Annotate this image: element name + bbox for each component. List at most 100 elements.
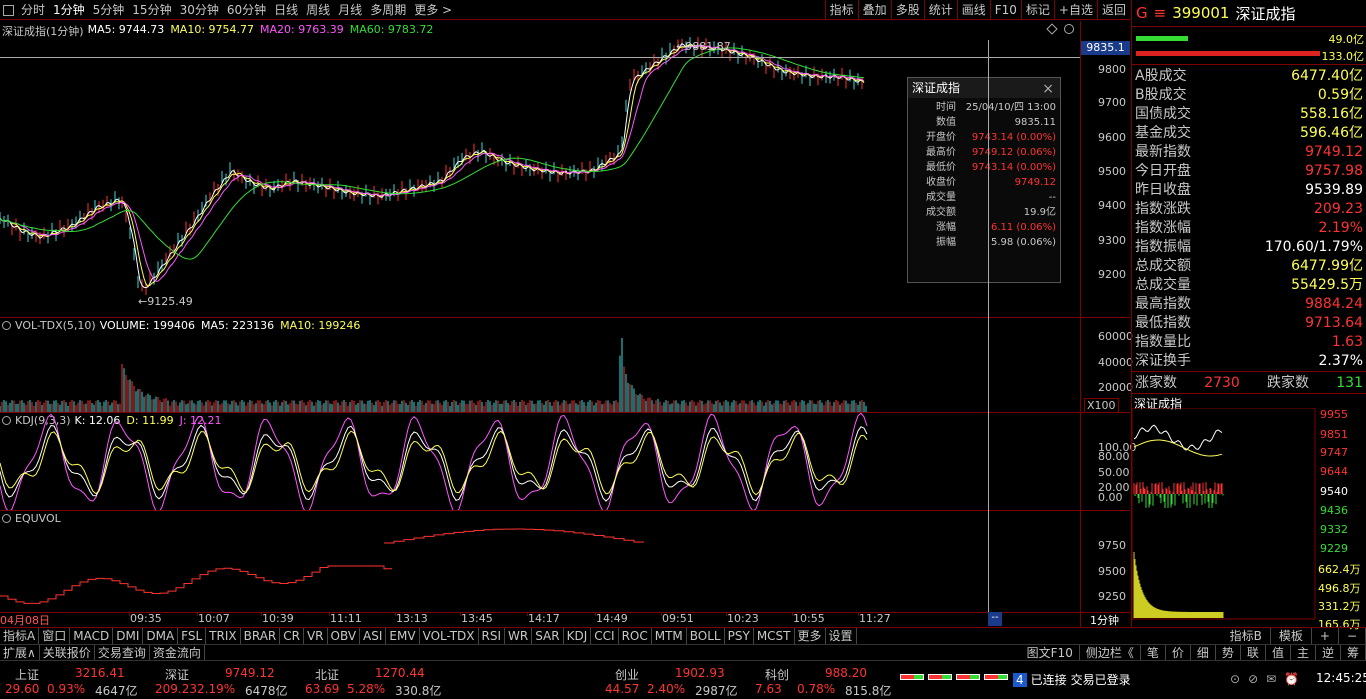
- time-label: 10:39: [262, 612, 294, 625]
- indicator-tab[interactable]: 设置: [826, 628, 857, 644]
- volume-panel[interactable]: VOL-TDX(5,10) VOLUME: 199406 MA5: 223136 M…: [0, 318, 1133, 413]
- sub-tab[interactable]: 交易查询: [95, 645, 150, 660]
- indicator-tab[interactable]: MCST: [754, 628, 795, 644]
- link-icon[interactable]: ⊘: [1248, 672, 1258, 686]
- indicator-tab[interactable]: VOL-TDX: [420, 628, 479, 644]
- period-tab[interactable]: 多周期: [366, 0, 410, 20]
- quote-stat-row: 指数量比 1.63: [1135, 334, 1363, 350]
- toolbar-button[interactable]: 统计: [923, 0, 957, 20]
- toolbar-button[interactable]: 多股: [890, 0, 924, 20]
- indicator-tab[interactable]: CCI: [591, 628, 619, 644]
- indicator-tab-right[interactable]: −: [1339, 628, 1366, 644]
- time-axis: 04月08日 09:35 10:07 10:39 11:11 13:13 13:45 14:1…: [0, 612, 1080, 627]
- sub-tab-right[interactable]: 逆: [1316, 645, 1341, 660]
- index-name[interactable]: 北证: [315, 666, 339, 683]
- indicator-tab-right[interactable]: 模板: [1271, 628, 1312, 644]
- period-tab[interactable]: 30分钟: [176, 0, 223, 20]
- sub-tab-right[interactable]: 笔: [1141, 645, 1166, 660]
- indicator-tab[interactable]: 窗口: [39, 628, 71, 644]
- advance-decline-row: 涨家数 2730 跌家数 131: [1132, 372, 1366, 394]
- indicator-tab[interactable]: FSL: [178, 628, 207, 644]
- indicator-tab[interactable]: MACD: [70, 628, 114, 644]
- period-tab[interactable]: 周线: [302, 0, 334, 20]
- sub-tab-right[interactable]: 联: [1241, 645, 1266, 660]
- period-tab[interactable]: 60分钟: [223, 0, 270, 20]
- index-name[interactable]: 科创: [765, 666, 789, 683]
- indicator-tab[interactable]: DMA: [143, 628, 179, 644]
- sub-tab-right[interactable]: 细: [1191, 645, 1216, 660]
- indicator-tab[interactable]: SAR: [532, 628, 564, 644]
- sub-tab[interactable]: 关联报价: [40, 645, 95, 660]
- toolbar-button[interactable]: 叠加: [857, 0, 891, 20]
- indicator-tab[interactable]: WR: [505, 628, 533, 644]
- time-label: 09:35: [130, 612, 162, 625]
- period-tab[interactable]: 分时: [17, 0, 49, 20]
- toolbar-button[interactable]: F10: [989, 0, 1021, 20]
- y-tick-label: 50.00: [1098, 466, 1130, 479]
- indicator-tab-right[interactable]: +: [1312, 628, 1339, 644]
- toolbar-button[interactable]: 指标: [824, 0, 858, 20]
- indicator-tab[interactable]: ROC: [619, 628, 652, 644]
- indicator-tab[interactable]: MTM: [652, 628, 687, 644]
- indicator-tab[interactable]: BRAR: [241, 628, 281, 644]
- sub-tab-right[interactable]: 侧边栏《: [1080, 645, 1141, 660]
- toolbar-button[interactable]: 标记: [1020, 0, 1054, 20]
- tooltip-row: 振幅 5.98 (0.06%): [936, 237, 1056, 248]
- period-tab[interactable]: 日线: [270, 0, 302, 20]
- index-name[interactable]: 深证: [165, 666, 189, 683]
- sub-tab-right[interactable]: 价: [1166, 645, 1191, 660]
- breadth-bar: [984, 674, 1008, 680]
- index-name[interactable]: 上证: [15, 666, 39, 683]
- email-icon[interactable]: ✉: [1266, 672, 1276, 686]
- sub-tab-right[interactable]: 筹: [1341, 645, 1366, 660]
- stock-code: 399001: [1172, 4, 1230, 22]
- time-label: 13:45: [461, 612, 493, 625]
- indicator-tab[interactable]: KDJ: [564, 628, 592, 644]
- period-tab[interactable]: 月线: [334, 0, 366, 20]
- indicator-tab[interactable]: VR: [304, 628, 328, 644]
- sub-tab-right[interactable]: 主: [1291, 645, 1316, 660]
- indicator-tab[interactable]: 更多: [795, 628, 826, 644]
- checkbox-icon[interactable]: [0, 0, 17, 20]
- sub-tab[interactable]: 扩展∧: [0, 645, 40, 660]
- sub-tab-right[interactable]: 图文F10: [1021, 645, 1080, 660]
- toolbar-button[interactable]: 画线: [956, 0, 990, 20]
- alarm-icon[interactable]: ⏰: [1284, 672, 1299, 686]
- mini-y-tick: 9955: [1320, 408, 1348, 421]
- period-tab[interactable]: 1分钟: [49, 0, 89, 20]
- quote-stat-row: 国债成交 558.16亿: [1135, 106, 1363, 122]
- menu-icon[interactable]: ≡: [1154, 4, 1167, 22]
- indicator-tab[interactable]: PSY: [725, 628, 754, 644]
- indicator-tab[interactable]: DMI: [113, 628, 144, 644]
- kdj-panel[interactable]: KDJ(9,3,3) K: 12.06 D: 11.99 J: 12.21 100.…: [0, 413, 1137, 510]
- indicator-tab[interactable]: OBV: [328, 628, 361, 644]
- period-tab[interactable]: 更多 >: [410, 0, 456, 20]
- period-tab[interactable]: 15分钟: [128, 0, 175, 20]
- indicator-tab[interactable]: BOLL: [687, 628, 725, 644]
- indicator-tab[interactable]: TRIX: [206, 628, 241, 644]
- indicator-tab[interactable]: RSI: [479, 628, 506, 644]
- indicator-tab[interactable]: EMV: [386, 628, 420, 644]
- indicator-tab[interactable]: ASI: [360, 628, 387, 644]
- y-tick-label: 9500: [1098, 165, 1126, 178]
- sell-bar-value: 133.0亿: [1319, 48, 1364, 64]
- equvol-panel[interactable]: EQUVOL 9750 9500 9250: [0, 511, 1130, 612]
- clock: 12:45:25: [1316, 671, 1366, 685]
- lock-icon[interactable]: ⊙: [1230, 672, 1240, 686]
- quote-stat-row: 总成交量 55429.5万: [1135, 277, 1363, 293]
- indicator-tab[interactable]: CR: [280, 628, 304, 644]
- tooltip-row: 开盘价 9743.14 (0.00%): [926, 132, 1056, 143]
- time-label: 14:49: [596, 612, 628, 625]
- y-tick-label: 9500: [1098, 565, 1126, 578]
- indicator-tab-right[interactable]: 指标B: [1222, 628, 1271, 644]
- sub-tab-right[interactable]: 值: [1266, 645, 1291, 660]
- sub-tab[interactable]: 资金流向: [150, 645, 205, 660]
- period-tab[interactable]: 5分钟: [89, 0, 129, 20]
- sub-tab-right[interactable]: 势: [1216, 645, 1241, 660]
- quote-stat-row: 昨日收盘 9539.89: [1135, 182, 1363, 198]
- indicator-tab[interactable]: 指标A: [0, 628, 40, 644]
- toolbar-button[interactable]: +自选: [1053, 0, 1097, 20]
- close-icon[interactable]: ×: [1042, 79, 1054, 99]
- toolbar-button[interactable]: 返回: [1096, 0, 1130, 20]
- index-name[interactable]: 创业: [615, 666, 639, 683]
